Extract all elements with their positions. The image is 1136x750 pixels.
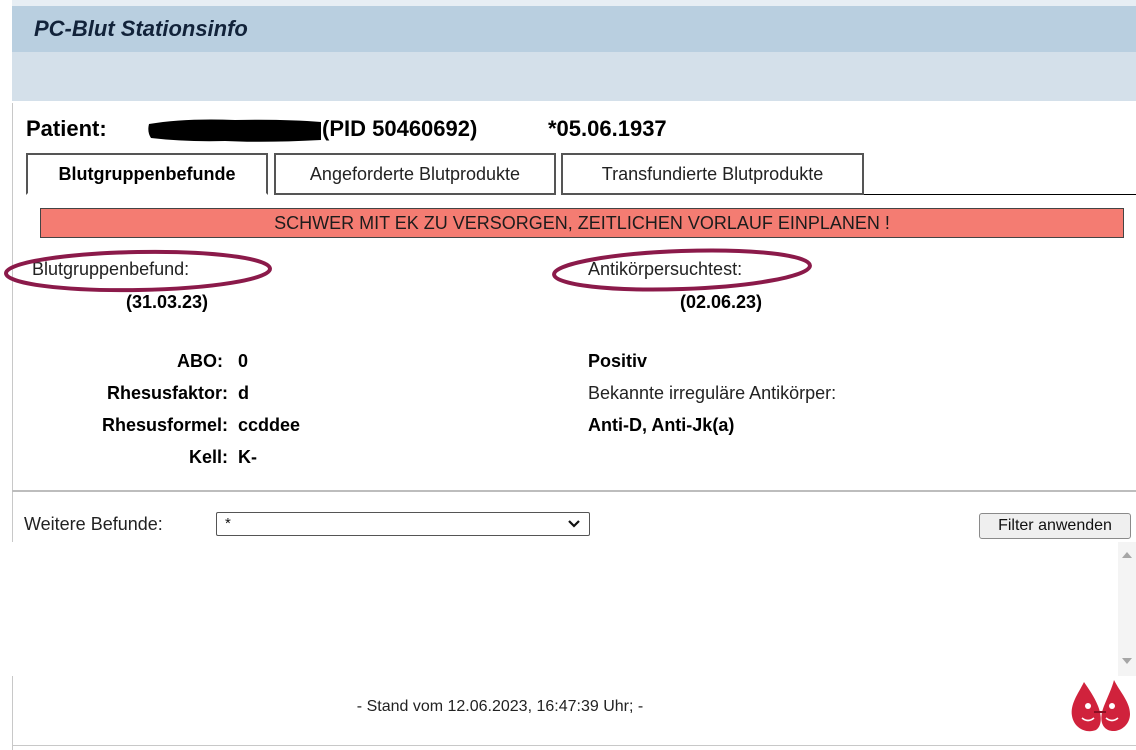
app-window: PC-Blut Stationsinfo Patient: (PID 50460… bbox=[0, 0, 1136, 750]
rhesusformel-value: ccddee bbox=[238, 415, 301, 435]
further-findings-results[interactable] bbox=[12, 542, 1118, 676]
known-antibodies-value: Anti-D, Anti-Jk(a) bbox=[588, 415, 735, 435]
abo-value: 0 bbox=[238, 351, 249, 371]
title-bar: PC-Blut Stationsinfo bbox=[12, 0, 1136, 52]
patient-pid: (PID 50460692) bbox=[322, 116, 478, 141]
further-findings-label: Weitere Befunde: bbox=[24, 514, 163, 534]
section-divider bbox=[12, 490, 1136, 492]
status-timestamp: - Stand vom 12.06.2023, 16:47:39 Uhr; - bbox=[356, 698, 644, 715]
patient-label: Patient: bbox=[26, 116, 107, 141]
scroll-up-icon[interactable] bbox=[1122, 552, 1132, 558]
antibody-test-result: Positiv bbox=[588, 351, 648, 371]
tab-transfundierte-blutprodukte[interactable]: Transfundierte Blutprodukte bbox=[561, 153, 864, 195]
annotation-ellipse-antibody-test bbox=[552, 248, 812, 292]
rhesusfaktor-label: Rhesusfaktor: bbox=[106, 383, 228, 403]
rhesusfaktor-value: d bbox=[238, 383, 249, 403]
rhesusformel-label: Rhesusformel: bbox=[101, 415, 228, 435]
toolbar-band bbox=[12, 52, 1136, 101]
blood-drop-mascot-logo bbox=[1071, 680, 1130, 732]
warning-banner: SCHWER MIT EK ZU VERSORGEN, ZEITLICHEN V… bbox=[40, 208, 1124, 238]
abo-label: ABO: bbox=[177, 351, 223, 371]
scroll-down-icon[interactable] bbox=[1122, 658, 1132, 664]
left-margin bbox=[0, 0, 12, 750]
chevron-down-icon bbox=[568, 520, 580, 528]
patient-birth-date: *05.06.1937 bbox=[548, 116, 667, 141]
apply-filter-button[interactable]: Filter anwenden bbox=[979, 513, 1131, 539]
window-bottom-border bbox=[12, 745, 1136, 746]
app-title: PC-Blut Stationsinfo bbox=[34, 16, 248, 41]
redacted-patient-name bbox=[148, 119, 321, 142]
annotation-ellipse-blood-group bbox=[4, 249, 272, 293]
further-findings-select[interactable]: * bbox=[216, 512, 590, 536]
known-antibodies-label: Bekannte irreguläre Antikörper: bbox=[588, 383, 837, 403]
further-findings-selected: * bbox=[225, 515, 231, 532]
tab-bar-underline bbox=[864, 194, 1136, 195]
kell-value: K- bbox=[238, 447, 257, 467]
kell-label: Kell: bbox=[188, 447, 228, 467]
tab-blutgruppenbefunde[interactable]: Blutgruppenbefunde bbox=[26, 153, 268, 195]
results-scrollbar[interactable] bbox=[1118, 542, 1136, 676]
tab-angeforderte-blutprodukte[interactable]: Angeforderte Blutprodukte bbox=[274, 153, 556, 195]
